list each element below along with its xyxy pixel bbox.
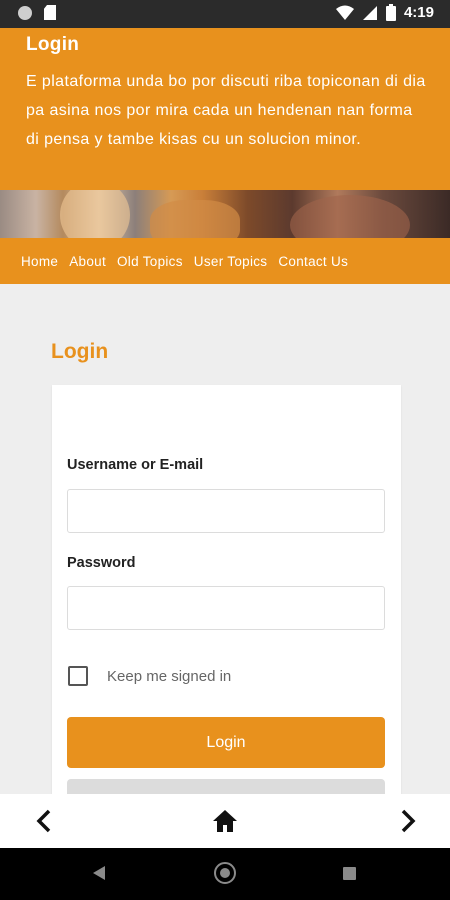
browser-toolbar xyxy=(0,794,450,848)
nav-item-user-topics[interactable]: User Topics xyxy=(194,254,268,269)
circle-icon xyxy=(18,5,32,20)
battery-icon xyxy=(385,4,396,21)
back-triangle-icon[interactable] xyxy=(92,865,106,881)
chevron-left-icon[interactable] xyxy=(30,807,60,835)
login-button[interactable]: Login xyxy=(67,717,385,768)
site-header: Login E plataforma unda bo por discuti r… xyxy=(0,28,450,190)
chevron-right-icon[interactable] xyxy=(392,807,422,835)
home-circle-icon[interactable] xyxy=(214,862,236,884)
header-banner-image xyxy=(0,190,450,238)
signal-icon xyxy=(362,5,377,20)
sd-card-icon xyxy=(44,5,56,20)
home-icon[interactable] xyxy=(210,807,240,835)
nav-item-home[interactable]: Home xyxy=(21,254,58,269)
page-title: Login xyxy=(51,340,109,363)
android-nav-bar xyxy=(0,848,450,900)
login-form: Username or E-mail Password Keep me sign… xyxy=(52,385,401,809)
recents-square-icon[interactable] xyxy=(343,867,356,880)
site-title: Login xyxy=(26,34,80,55)
status-time: 4:19 xyxy=(403,4,434,21)
main-content: Login Username or E-mail Password Keep m… xyxy=(0,284,450,809)
username-label: Username or E-mail xyxy=(67,457,204,473)
username-input[interactable] xyxy=(67,489,385,533)
nav-item-about[interactable]: About xyxy=(69,254,106,269)
status-bar: 4:19 xyxy=(0,0,450,28)
keep-signed-in-label[interactable]: Keep me signed in xyxy=(107,668,231,685)
keep-signed-in-checkbox[interactable] xyxy=(68,666,88,686)
wifi-icon xyxy=(335,5,354,20)
password-input[interactable] xyxy=(67,586,385,630)
password-label: Password xyxy=(67,555,136,571)
site-description: E plataforma unda bo por discuti riba to… xyxy=(26,73,426,148)
main-nav: Home About Old Topics User Topics Contac… xyxy=(0,238,450,284)
nav-item-old-topics[interactable]: Old Topics xyxy=(117,254,183,269)
nav-item-contact-us[interactable]: Contact Us xyxy=(278,254,348,269)
